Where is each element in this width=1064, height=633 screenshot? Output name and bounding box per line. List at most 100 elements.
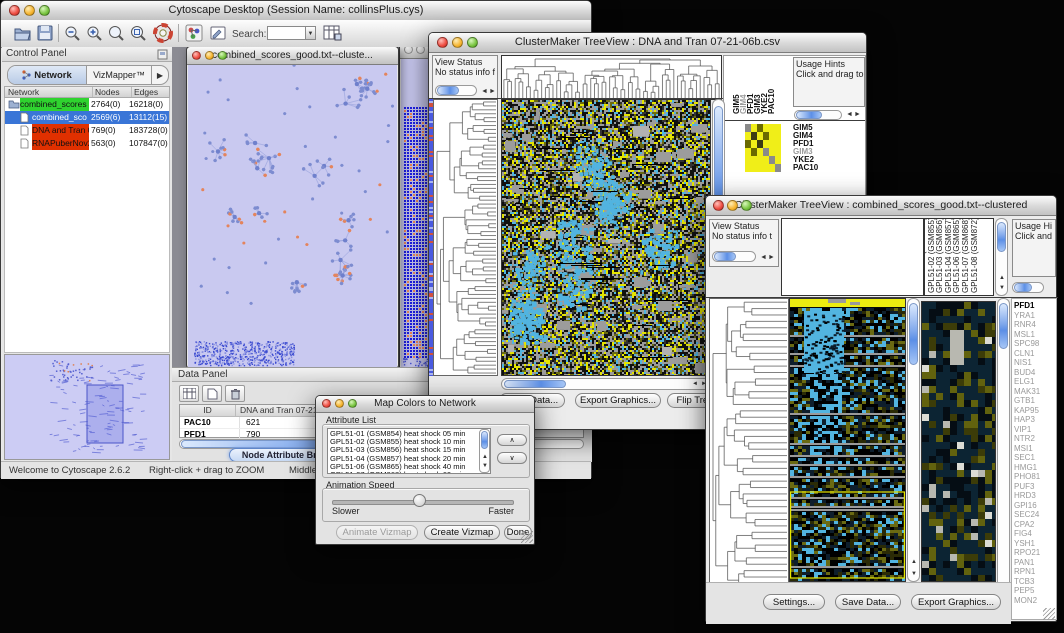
- network-list-row[interactable]: combined_scores2764(0)16218(0): [5, 98, 169, 111]
- attribute-list-item[interactable]: GPL51-07 (GSM868) heat shock 60 min: [330, 471, 488, 474]
- tv1-export-graphics-button[interactable]: Export Graphics...: [575, 393, 661, 408]
- zoom-button[interactable]: [741, 200, 752, 211]
- animate-vizmap-button[interactable]: Animate Vizmap: [336, 525, 418, 540]
- tv2-save-data-button[interactable]: Save Data...: [835, 594, 901, 610]
- tv2-hints-scrollbar[interactable]: [1012, 282, 1044, 293]
- close-button[interactable]: [404, 47, 413, 54]
- tv2-global-heatmap[interactable]: [790, 299, 905, 581]
- tv2-status-scrollbar[interactable]: [712, 251, 756, 262]
- open-icon[interactable]: [13, 24, 32, 42]
- tv1-row-dendrogram[interactable]: [434, 100, 497, 375]
- minimize-button[interactable]: [205, 51, 214, 60]
- attribute-list[interactable]: GPL51-01 (GSM854) heat shock 05 minGPL51…: [327, 428, 491, 474]
- network-overview-thumbnail[interactable]: [5, 355, 169, 459]
- create-vizmap-button[interactable]: Create Vizmap: [424, 525, 500, 540]
- help-ring-icon[interactable]: [153, 23, 173, 43]
- save-icon[interactable]: [36, 24, 54, 42]
- zoom-in-icon[interactable]: [85, 24, 103, 42]
- network-list-row[interactable]: RNAPuberNov2+563(0)107847(0): [5, 137, 169, 150]
- tv2-zoom-vscrollbar[interactable]: ▲ ▼: [997, 298, 1010, 620]
- minimize-button[interactable]: [416, 47, 425, 54]
- attribute-list-vscrollbar[interactable]: ▲ ▼: [479, 429, 490, 473]
- close-button[interactable]: [713, 200, 724, 211]
- scroll-left-icon[interactable]: ◄: [846, 111, 853, 118]
- tv1-zoom-heatmap[interactable]: [745, 124, 781, 172]
- delete-attribute-button[interactable]: [225, 385, 245, 402]
- tv1-status-scrollbar[interactable]: [435, 85, 477, 96]
- zoom-button[interactable]: [467, 37, 478, 48]
- close-button[interactable]: [437, 37, 448, 48]
- annotation-icon[interactable]: [209, 24, 227, 42]
- scroll-left-icon[interactable]: ◄: [692, 381, 698, 387]
- tv2-zoom-heatmap[interactable]: [922, 302, 995, 581]
- scroll-right-icon[interactable]: ►: [489, 87, 496, 97]
- main-title: Cytoscape Desktop (Session Name: collins…: [169, 4, 424, 16]
- zoom-fit-icon[interactable]: [107, 24, 125, 42]
- tv1-column-dendrogram[interactable]: [502, 56, 721, 99]
- tab-overflow[interactable]: ▶: [152, 66, 168, 84]
- scroll-right-icon[interactable]: ►: [854, 111, 861, 118]
- network-list-row[interactable]: combined_sco2569(6)13112(15): [5, 111, 169, 124]
- network-nodes: 769(0): [91, 124, 116, 137]
- float-panel-icon[interactable]: [157, 49, 168, 60]
- vizmap-icon[interactable]: [185, 24, 203, 42]
- slider-thumb[interactable]: [413, 494, 426, 507]
- tv2-labels-vscrollbar[interactable]: ▲ ▼: [995, 218, 1008, 296]
- network-list-row[interactable]: DNA and Tran 07769(0)183728(0): [5, 124, 169, 137]
- scroll-left-icon[interactable]: ◄: [760, 253, 767, 263]
- network-window-1[interactable]: combined_scores_good.txt--cluste...: [186, 47, 399, 367]
- tab-network[interactable]: Network: [8, 66, 87, 84]
- scroll-down-icon[interactable]: ▼: [482, 463, 488, 469]
- tv2-row-dendrogram[interactable]: [710, 299, 788, 593]
- tv2-heatmap-vscrollbar[interactable]: ▲ ▼: [907, 298, 920, 582]
- scroll-down-icon[interactable]: ▼: [999, 285, 1005, 291]
- scroll-up-icon[interactable]: ▲: [999, 275, 1005, 281]
- network-view-1[interactable]: [188, 65, 397, 367]
- tv2-row-labels: PFD1YRA1RNR4MSL1SPC98CLN1NIS1BUD4ELG1MAK…: [1014, 301, 1040, 605]
- col-header-edges[interactable]: Edges: [132, 87, 169, 97]
- move-down-button[interactable]: ∨: [497, 452, 527, 464]
- network-edges: 183728(0): [129, 124, 168, 137]
- network-name: RNAPuberNov2+: [32, 137, 89, 150]
- scroll-up-icon[interactable]: ▲: [482, 454, 488, 460]
- faster-label: Faster: [488, 506, 514, 516]
- tv1-global-heatmap[interactable]: [502, 100, 710, 375]
- resize-grip[interactable]: [521, 531, 533, 543]
- close-button[interactable]: [322, 399, 331, 408]
- tab-vizmapper[interactable]: VizMapper™: [87, 66, 152, 84]
- new-attribute-button[interactable]: [202, 385, 222, 402]
- data-col-id[interactable]: ID: [180, 405, 236, 416]
- main-titlebar[interactable]: Cytoscape Desktop (Session Name: collins…: [1, 1, 591, 21]
- network-nodes: 2569(6): [91, 111, 120, 124]
- minimize-button[interactable]: [335, 399, 344, 408]
- tv2-settings-button[interactable]: Settings...: [763, 594, 825, 610]
- zoom-button[interactable]: [39, 5, 50, 16]
- table-view-button[interactable]: [179, 385, 199, 402]
- treeview2-titlebar[interactable]: ClusterMaker TreeView : combined_scores_…: [706, 196, 1056, 216]
- tv1-heatmap-hscrollbar[interactable]: ◄ ►: [501, 378, 711, 390]
- zoom-selected-icon[interactable]: [129, 24, 147, 42]
- scroll-left-icon[interactable]: ◄: [481, 87, 488, 97]
- search-input[interactable]: [267, 26, 307, 40]
- tv2-export-graphics-button[interactable]: Export Graphics...: [911, 594, 1001, 610]
- close-button[interactable]: [192, 51, 201, 60]
- search-dropdown-button[interactable]: ▼: [305, 26, 316, 40]
- minimize-button[interactable]: [452, 37, 463, 48]
- minimize-button[interactable]: [24, 5, 35, 16]
- minimize-button[interactable]: [727, 200, 738, 211]
- scroll-right-icon[interactable]: ►: [768, 253, 775, 263]
- treeview1-titlebar[interactable]: ClusterMaker TreeView : DNA and Tran 07-…: [429, 33, 866, 53]
- tv2-row-label: FIG4: [1014, 529, 1040, 539]
- scroll-up-icon[interactable]: ▲: [911, 559, 917, 565]
- move-up-button[interactable]: ∧: [497, 434, 527, 446]
- attribute-table-icon[interactable]: [323, 24, 342, 42]
- close-button[interactable]: [9, 5, 20, 16]
- col-header-nodes[interactable]: Nodes: [93, 87, 132, 97]
- resize-grip[interactable]: [1043, 608, 1055, 620]
- zoom-button[interactable]: [348, 399, 357, 408]
- col-header-network[interactable]: Network: [5, 87, 93, 97]
- tv1-hints-scrollbar[interactable]: [794, 110, 842, 120]
- zoom-button[interactable]: [218, 51, 227, 60]
- scroll-down-icon[interactable]: ▼: [911, 571, 917, 577]
- zoom-out-icon[interactable]: [63, 24, 81, 42]
